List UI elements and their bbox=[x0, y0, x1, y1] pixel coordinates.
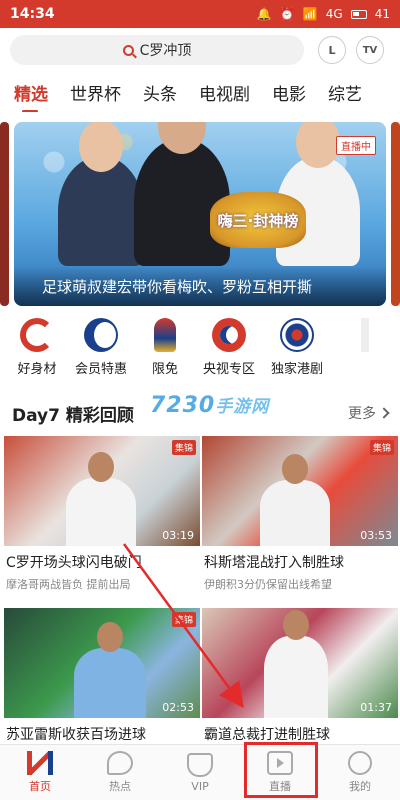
history-button[interactable]: L bbox=[318, 36, 346, 64]
nav-hot[interactable]: 热点 bbox=[80, 745, 160, 800]
more-link[interactable]: 更多 bbox=[348, 403, 390, 423]
battery-icon bbox=[350, 9, 367, 19]
video-duration: 03:53 bbox=[360, 529, 392, 542]
alarm-icon: ⏰ bbox=[279, 7, 295, 21]
nav-live[interactable]: 直播 bbox=[240, 745, 320, 800]
tab-tv-series[interactable]: 电视剧 bbox=[199, 80, 250, 105]
section-title: Day7 精彩回顾 bbox=[12, 405, 134, 426]
search-row: C罗冲顶 L TV bbox=[0, 28, 400, 72]
video-thumbnail[interactable]: 集锦 02:53 bbox=[4, 608, 200, 718]
network-label: 4G bbox=[325, 7, 343, 21]
banner-next-peek[interactable] bbox=[391, 122, 400, 306]
video-duration: 03:19 bbox=[162, 529, 194, 542]
banner-carousel[interactable]: 嗨三·封神榜 直播中 足球萌叔建宏带你看梅吹、罗粉互相开撕 bbox=[0, 122, 400, 306]
highlight-tag: 集锦 bbox=[171, 440, 196, 455]
entry-cctv[interactable]: 央视专区 bbox=[198, 318, 260, 382]
banner-slide[interactable]: 嗨三·封神榜 直播中 足球萌叔建宏带你看梅吹、罗粉互相开撕 bbox=[14, 122, 386, 306]
video-title[interactable]: 科斯塔混战打入制胜球 bbox=[202, 552, 398, 572]
status-time: 14:34 bbox=[10, 6, 55, 22]
fifa-icon bbox=[154, 318, 176, 352]
wifi-icon: 📶 bbox=[302, 7, 318, 21]
live-badge: 直播中 bbox=[336, 136, 376, 155]
video-card[interactable]: 集锦 02:53 苏亚雷斯收获百场进球 bbox=[4, 608, 200, 744]
watermark: 7230手游网 bbox=[150, 393, 270, 418]
nav-mine[interactable]: 我的 bbox=[320, 745, 400, 800]
entry-free[interactable]: 限免 bbox=[134, 318, 196, 382]
search-icon bbox=[122, 44, 134, 56]
tv-cast-button[interactable]: TV bbox=[356, 36, 384, 64]
video-subtitle: 伊朗积3分仍保留出线希望 bbox=[204, 578, 332, 591]
entry-more-peek[interactable] bbox=[334, 318, 396, 382]
video-thumbnail[interactable]: 集锦 03:53 bbox=[202, 436, 398, 546]
player-figure bbox=[66, 478, 136, 546]
search-input[interactable]: C罗冲顶 bbox=[10, 35, 304, 65]
search-placeholder: C罗冲顶 bbox=[139, 43, 192, 59]
video-card[interactable]: 01:37 霸道总裁打进制胜球 bbox=[202, 608, 398, 744]
entry-hk-drama[interactable]: 独家港剧 bbox=[262, 318, 332, 382]
notification-icon: 🔔 bbox=[256, 7, 272, 21]
chevron-right-icon bbox=[378, 407, 390, 419]
highlight-tag: 集锦 bbox=[369, 440, 394, 455]
play-screen-icon bbox=[267, 751, 293, 775]
video-thumbnail[interactable]: 集锦 03:19 bbox=[4, 436, 200, 546]
tab-world-cup[interactable]: 世界杯 bbox=[70, 80, 121, 105]
status-icons: 🔔 ⏰ 📶 4G 41 bbox=[257, 7, 390, 21]
banner-prev-peek[interactable] bbox=[0, 122, 9, 306]
member-icon bbox=[84, 318, 118, 352]
player-figure bbox=[260, 480, 330, 546]
status-bar: 14:34 🔔 ⏰ 📶 4G 41 bbox=[0, 0, 400, 28]
player-figure bbox=[74, 648, 146, 718]
home-logo-icon bbox=[27, 751, 53, 775]
cctv-icon bbox=[212, 318, 246, 352]
video-thumbnail[interactable]: 01:37 bbox=[202, 608, 398, 718]
tab-headlines[interactable]: 头条 bbox=[143, 80, 177, 105]
show-logo: 嗨三·封神榜 bbox=[210, 192, 306, 248]
entry-member-deals[interactable]: 会员特惠 bbox=[70, 318, 132, 382]
bottom-nav: 首页 热点 VIP 直播 我的 bbox=[0, 744, 400, 800]
whistle-icon bbox=[107, 751, 133, 775]
quick-entry-row: 好身材 会员特惠 限免 央视专区 独家港剧 bbox=[0, 318, 400, 382]
video-duration: 02:53 bbox=[162, 701, 194, 714]
profile-ball-icon bbox=[348, 751, 372, 775]
tab-featured[interactable]: 精选 bbox=[14, 80, 48, 112]
entry-good-figure[interactable]: 好身材 bbox=[6, 318, 68, 382]
video-duration: 01:37 bbox=[360, 701, 392, 714]
battery-level: 41 bbox=[374, 7, 390, 21]
ball-icon bbox=[280, 318, 314, 352]
nav-home[interactable]: 首页 bbox=[0, 745, 80, 800]
video-card[interactable]: 集锦 03:53 科斯塔混战打入制胜球 伊朗积3分仍保留出线希望 bbox=[202, 436, 398, 592]
video-title[interactable]: C罗开场头球闪电破门 bbox=[4, 552, 200, 572]
tab-variety[interactable]: 综艺 bbox=[328, 80, 362, 105]
trophy-icon bbox=[187, 752, 213, 777]
highlight-tag: 集锦 bbox=[171, 612, 196, 627]
category-tabs: 精选 世界杯 头条 电视剧 电影 综艺 bbox=[0, 72, 400, 112]
banner-caption: 足球萌叔建宏带你看梅吹、罗粉互相开撕 bbox=[14, 266, 386, 306]
nav-vip[interactable]: VIP bbox=[160, 745, 240, 800]
video-card[interactable]: 集锦 03:19 C罗开场头球闪电破门 摩洛哥两战皆负 提前出局 bbox=[4, 436, 200, 592]
c-logo-icon bbox=[20, 318, 54, 352]
video-title[interactable]: 苏亚雷斯收获百场进球 bbox=[4, 724, 200, 744]
banner-host-left bbox=[58, 122, 144, 266]
tab-movies[interactable]: 电影 bbox=[272, 80, 306, 105]
more-peek-icon bbox=[361, 318, 369, 352]
video-title[interactable]: 霸道总裁打进制胜球 bbox=[202, 724, 398, 744]
video-subtitle: 摩洛哥两战皆负 提前出局 bbox=[6, 578, 131, 591]
player-figure bbox=[264, 636, 328, 718]
